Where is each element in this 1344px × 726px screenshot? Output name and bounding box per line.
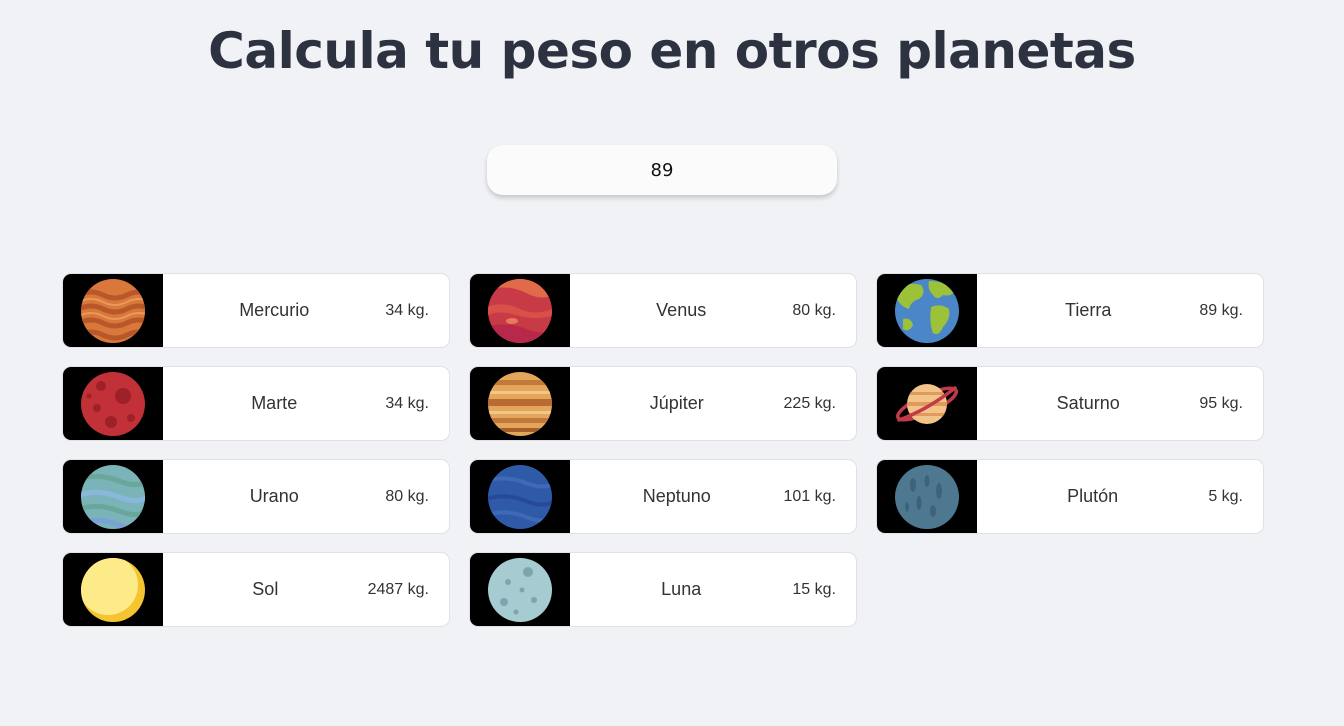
earth-icon [895,278,959,343]
planet-card-marte: Marte 34 kg. [62,366,450,441]
planet-card-venus: Venus 80 kg. [469,273,857,348]
planet-image [470,367,570,440]
planet-card-saturno: Saturno 95 kg. [876,366,1264,441]
planet-weight: 89 kg. [1199,301,1243,319]
planet-card-neptuno: Neptuno 101 kg. [469,459,857,534]
planet-name: Urano [249,486,299,506]
planet-grid: Mercurio 34 kg. Venus 80 kg. Tierra 89 k… [62,273,1264,627]
planet-weight: 95 kg. [1199,394,1243,412]
planet-name: Júpiter [649,393,704,413]
moon-icon [488,557,552,622]
planet-card-urano: Urano 80 kg. [62,459,450,534]
planet-weight: 80 kg. [792,301,836,319]
planet-name: Marte [251,393,298,413]
planet-name: Saturno [1056,393,1120,413]
sun-icon [81,557,145,622]
planet-image [470,274,570,347]
planet-card-pluton: Plutón 5 kg. [876,459,1264,534]
venus-icon [488,278,552,343]
planet-image [470,553,570,626]
planet-name: Plutón [1067,486,1119,506]
planet-weight: 2487 kg. [367,580,429,598]
planet-card-sol: Sol 2487 kg. [62,552,450,627]
planet-image [63,460,163,533]
page-title: Calcula tu peso en otros planetas [208,22,1136,80]
planet-name: Venus [656,300,707,320]
planet-weight: 15 kg. [792,580,836,598]
planet-image [63,367,163,440]
mercury-icon [81,278,145,343]
planet-name: Sol [252,579,279,599]
planet-weight: 225 kg. [783,394,836,412]
planet-name: Luna [661,579,702,599]
planet-weight: 80 kg. [385,487,429,505]
planet-card-jupiter: Júpiter 225 kg. [469,366,857,441]
uranus-icon [81,464,145,529]
jupiter-icon [488,371,552,436]
planet-card-tierra: Tierra 89 kg. [876,273,1264,348]
planet-card-mercurio: Mercurio 34 kg. [62,273,450,348]
planet-weight: 5 kg. [1208,487,1243,505]
planet-name: Tierra [1065,300,1112,320]
planet-weight: 34 kg. [385,394,429,412]
neptune-icon [488,464,552,529]
planet-name: Mercurio [239,300,310,320]
planet-image [63,274,163,347]
weight-input[interactable] [487,145,837,195]
planet-weight: 101 kg. [783,487,836,505]
page: Calcula tu peso en otros planetas 89 Mer… [0,0,1344,726]
planet-image [63,553,163,626]
planet-image [877,367,977,440]
pluto-icon [895,464,959,529]
planet-weight: 34 kg. [385,301,429,319]
planet-image [470,460,570,533]
planet-card-luna: Luna 15 kg. [469,552,857,627]
saturn-icon [895,383,959,424]
planet-image [877,460,977,533]
planet-name: Neptuno [642,486,711,506]
planet-image [877,274,977,347]
mars-icon [81,371,145,436]
